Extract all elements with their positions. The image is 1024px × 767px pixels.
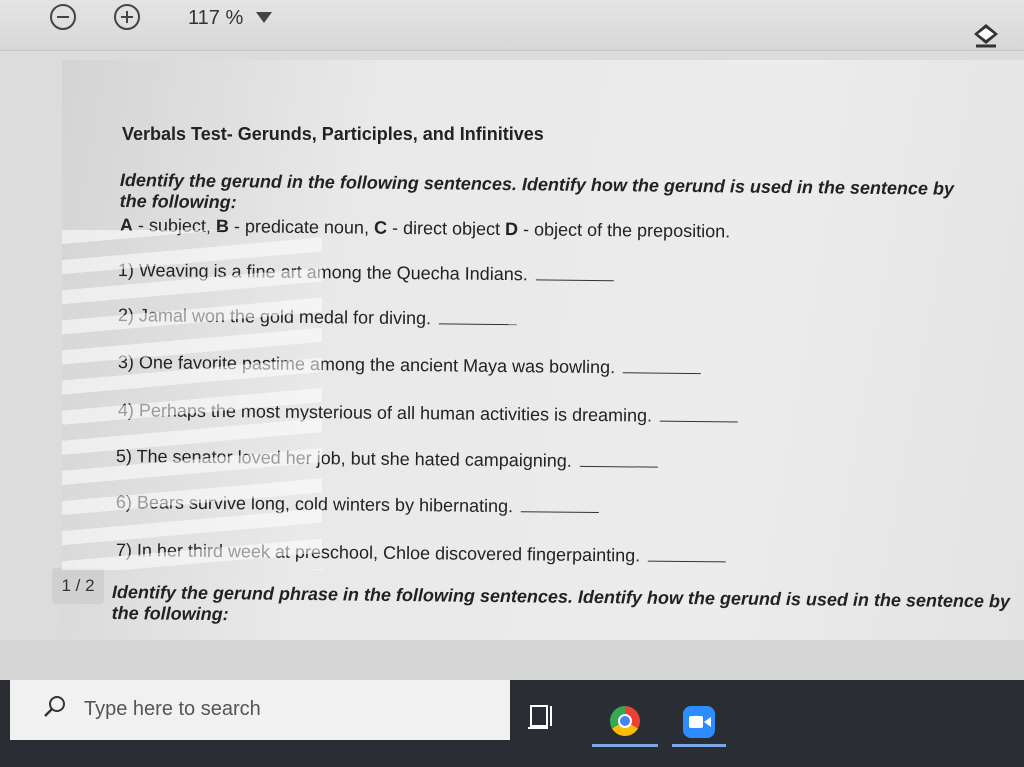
instruction-text-2: Identify the gerund phrase in the follow…	[111, 582, 1011, 625]
question-text: 5) The senator loved her job, but she ha…	[115, 446, 572, 471]
legend-text-a: - subject,	[132, 215, 217, 237]
zoom-level[interactable]: 117 %	[188, 7, 243, 30]
page-indicator: 1 / 2	[52, 568, 104, 604]
answer-legend: A - subject, B - predicate noun, C - dir…	[120, 215, 730, 242]
answer-blank	[535, 279, 614, 282]
zoom-in-button[interactable]	[114, 4, 140, 30]
search-placeholder: Type here to search	[84, 698, 261, 720]
taskbar-search-box[interactable]: Type here to search	[10, 680, 510, 740]
viewer-bottom-area	[0, 640, 1024, 680]
taskbar: Type here to search	[0, 680, 1024, 767]
eraser-icon[interactable]	[970, 22, 1002, 48]
legend-letter-b: B	[215, 216, 230, 237]
active-app-indicator	[592, 744, 658, 747]
question-text: 4) Perhaps the most mysterious of all hu…	[117, 400, 653, 426]
question-5: 5) The senator loved her job, but she ha…	[116, 446, 658, 473]
question-text: 1) Weaving is a fine art among the Quech…	[117, 260, 528, 285]
question-text: 3) One favorite pastime among the ancien…	[117, 352, 616, 378]
question-text: 6) Bears survive long, cold winters by h…	[115, 492, 514, 517]
question-3: 3) One favorite pastime among the ancien…	[117, 352, 702, 379]
answer-blank	[623, 372, 702, 375]
chrome-icon[interactable]	[610, 706, 640, 736]
video-camera-icon	[689, 716, 711, 728]
caret-down-icon[interactable]	[256, 12, 272, 24]
question-4: 4) Perhaps the most mysterious of all hu…	[117, 400, 739, 427]
question-7: 7) In her third week at preschool, Chloe…	[115, 540, 727, 567]
question-text: 7) In her third week at preschool, Chloe…	[115, 540, 641, 566]
pdf-toolbar: 117 %	[0, 0, 1024, 51]
search-icon	[44, 696, 65, 717]
answer-blank	[660, 420, 739, 423]
legend-text-d: - object of the preposition.	[517, 219, 731, 242]
minus-circle-icon	[57, 16, 69, 18]
instruction-text: Identify the gerund in the following sen…	[119, 170, 955, 213]
page-title: Verbals Test- Gerunds, Participles, and …	[122, 124, 544, 144]
plus-circle-icon	[121, 11, 133, 23]
legend-letter-c: C	[373, 217, 388, 238]
answer-blank	[648, 560, 727, 563]
pdf-page: Verbals Test- Gerunds, Participles, and …	[52, 60, 1024, 640]
legend-text-c: - direct object	[386, 217, 506, 240]
legend-letter-a: A	[119, 215, 133, 236]
question-2: 2) Jamal won the gold medal for diving.	[118, 305, 517, 330]
question-text: 2) Jamal won the gold medal for diving.	[117, 305, 432, 329]
answer-blank	[521, 511, 600, 514]
legend-text-b: - predicate noun,	[228, 216, 375, 238]
task-view-icon[interactable]	[528, 702, 556, 730]
legend-letter-d: D	[504, 219, 519, 240]
zoom-out-button[interactable]	[50, 4, 76, 30]
question-6: 6) Bears survive long, cold winters by h…	[115, 492, 600, 518]
question-1: 1) Weaving is a fine art among the Quech…	[118, 260, 614, 286]
zoom-app-icon[interactable]	[683, 706, 715, 738]
active-app-indicator	[672, 744, 726, 747]
answer-blank	[579, 465, 658, 468]
answer-blank	[438, 323, 517, 326]
